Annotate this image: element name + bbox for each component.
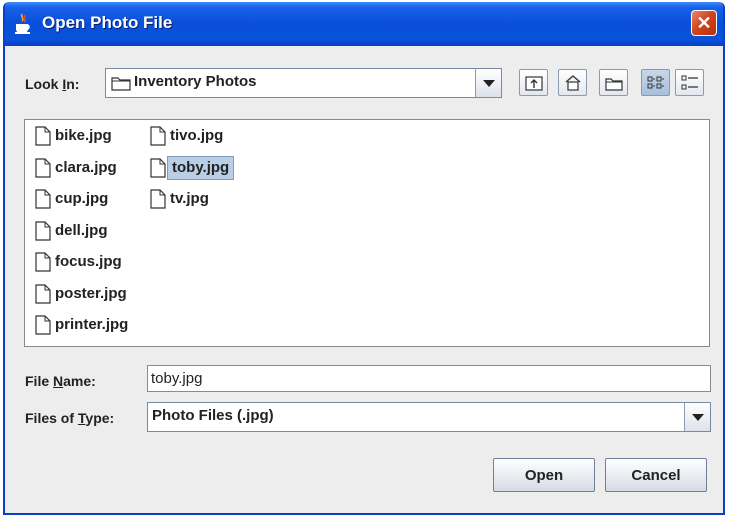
file-name: tv.jpg [170,190,209,207]
file-icon [35,220,51,241]
list-view-button[interactable] [641,69,670,96]
file-name: clara.jpg [55,158,117,176]
file-icon [150,189,166,209]
file-item[interactable]: tivo.jpg [150,124,260,150]
home-icon [565,75,581,91]
chevron-down-icon [691,414,704,421]
file-item[interactable]: dell.jpg [35,219,145,245]
file-name-input[interactable] [147,365,711,392]
folder-icon [111,77,131,91]
file-item[interactable]: tv.jpg [150,187,260,213]
look-in-label-text: Look [25,76,63,92]
file-type-combo[interactable]: Photo Files (.jpg) [147,402,711,432]
file-name: dell.jpg [55,221,108,239]
file-name: cup.jpg [55,190,109,207]
look-in-value: Inventory Photos [134,73,257,90]
file-type-label: Files of Type: [25,410,114,426]
file-icon [35,252,51,272]
window-title: Open Photo File [42,13,173,32]
open-photo-dialog: Open Photo File ✕ Look In: Inventory Pho… [3,2,725,515]
details-view-button[interactable] [675,69,704,96]
file-type-label-text-end: ype: [85,410,115,426]
title-bar[interactable]: Open Photo File ✕ [5,2,723,46]
new-folder-button[interactable] [599,69,628,96]
file-icon [150,157,166,178]
file-name-label-text: File [25,373,54,389]
dialog-body: Look In: Inventory Photos bike.jpg clara… [5,46,723,513]
file-name: poster.jpg [55,284,127,302]
file-name-label: File Name: [25,373,96,389]
file-icon [35,283,51,304]
cancel-button[interactable]: Cancel [605,458,707,492]
up-one-level-icon [525,76,543,91]
look-in-dropdown-button[interactable] [475,69,501,97]
file-name: bike.jpg [55,127,112,144]
close-button[interactable]: ✕ [691,10,717,36]
file-list[interactable]: bike.jpg clara.jpg cup.jpg dell.jpg focus.jp… [24,119,710,347]
file-name: toby.jpg [166,155,235,180]
list-view-icon [647,76,664,89]
chevron-down-icon [482,80,495,87]
file-icon [35,189,51,209]
file-item[interactable]: focus.jpg [35,250,145,276]
file-icon [35,315,51,335]
file-icon [35,126,51,146]
file-type-dropdown-button[interactable] [684,403,710,431]
file-type-label-text: Files of [25,410,78,426]
file-item[interactable]: cup.jpg [35,187,145,213]
open-button[interactable]: Open [493,458,595,492]
up-one-level-button[interactable] [519,69,548,96]
look-in-label: Look In: [25,76,79,92]
file-type-value: Photo Files (.jpg) [152,407,274,424]
file-name-label-text-end: ame: [63,373,96,389]
java-cup-icon [15,13,30,34]
file-item[interactable]: printer.jpg [35,313,145,339]
details-view-icon [681,75,698,90]
new-folder-icon [605,78,623,91]
look-in-label-text-end: n: [66,76,80,92]
file-item[interactable]: bike.jpg [35,124,145,150]
file-icon [35,157,51,178]
file-item[interactable]: toby.jpg [150,155,260,182]
file-item[interactable]: poster.jpg [35,282,145,308]
home-button[interactable] [558,69,587,96]
file-icon [150,126,166,146]
file-item[interactable]: clara.jpg [35,156,145,182]
file-name: printer.jpg [55,316,129,333]
file-name: tivo.jpg [170,127,224,144]
file-name-mnemonic: N [53,373,64,389]
look-in-combo[interactable]: Inventory Photos [105,68,502,98]
file-name: focus.jpg [55,253,122,270]
